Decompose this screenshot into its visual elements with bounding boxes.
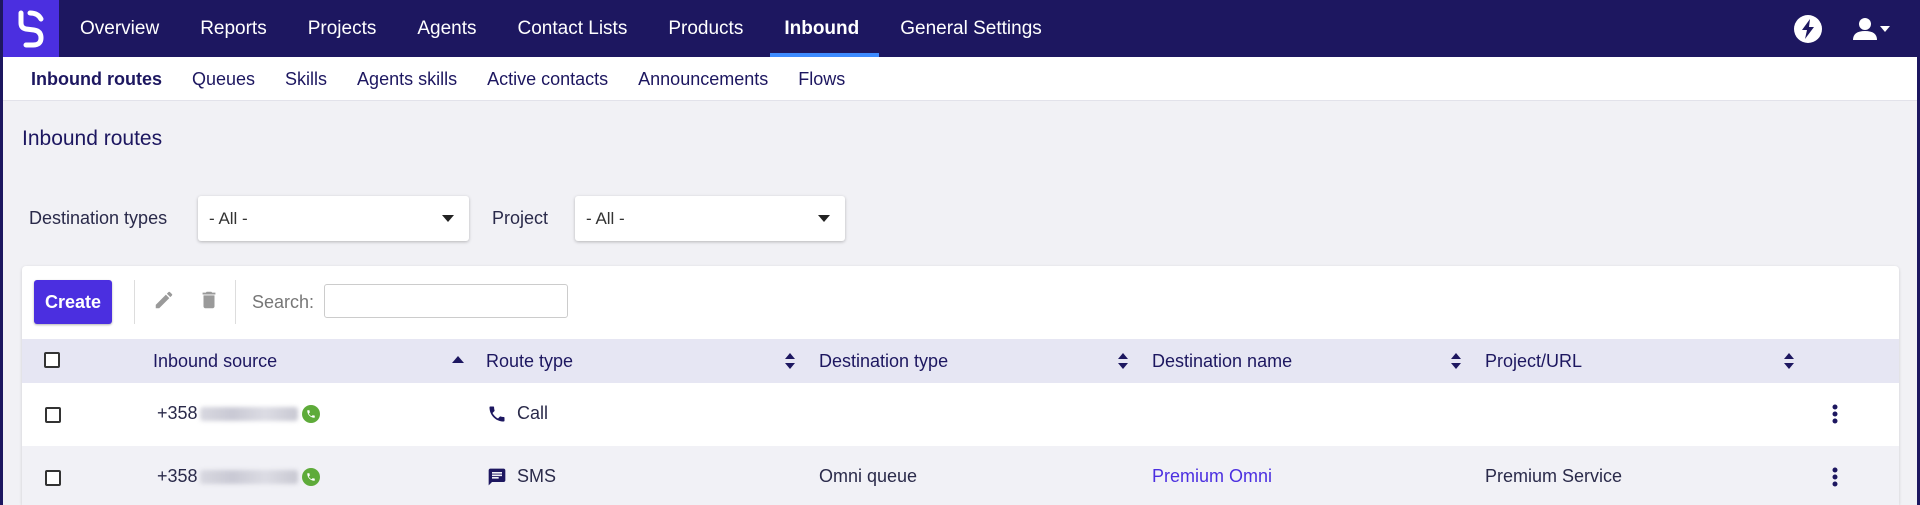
- create-button[interactable]: Create: [34, 280, 112, 324]
- destination-types-select[interactable]: - All -: [198, 196, 469, 241]
- header-destination-type[interactable]: Destination type: [819, 339, 948, 383]
- subnav-agents-skills[interactable]: Agents skills: [357, 69, 457, 90]
- app-logo[interactable]: [3, 0, 59, 57]
- subnav-skills[interactable]: Skills: [285, 69, 327, 90]
- top-navbar: Overview Reports Projects Agents Contact…: [0, 0, 1920, 57]
- table-header: Inbound source Route type Destination ty…: [22, 339, 1899, 383]
- header-route-type[interactable]: Route type: [486, 339, 573, 383]
- search-input[interactable]: [324, 284, 568, 318]
- table-toolbar: Create Search:: [22, 266, 1899, 339]
- inbound-source-cell: +358: [157, 403, 320, 424]
- nav-inbound[interactable]: Inbound: [770, 0, 880, 57]
- header-label: Route type: [486, 350, 574, 371]
- nav-overview[interactable]: Overview: [80, 0, 179, 57]
- nav-agents[interactable]: Agents: [417, 0, 496, 57]
- table-row[interactable]: +358 Call: [22, 383, 1899, 446]
- logo-icon: [18, 10, 44, 47]
- page-title: Inbound routes: [22, 127, 163, 150]
- edit-icon[interactable]: [153, 289, 175, 311]
- search-label: Search:: [252, 292, 315, 312]
- project-label: Project: [492, 208, 549, 228]
- header-label: Project/URL: [1485, 350, 1583, 371]
- header-inbound-source[interactable]: Inbound source: [153, 339, 277, 383]
- source-number: +358: [157, 466, 198, 486]
- route-type-text: Call: [517, 403, 549, 423]
- phone-icon: [489, 406, 505, 421]
- sort-icon[interactable]: [1118, 353, 1128, 369]
- sort-icon[interactable]: [1451, 353, 1461, 369]
- caret-down-icon: [442, 215, 454, 222]
- divider: [235, 280, 236, 324]
- destination-types-label: Destination types: [29, 208, 168, 228]
- phone-badge-icon: [301, 467, 320, 486]
- route-type-text: SMS: [517, 466, 557, 486]
- header-label: Inbound source: [153, 350, 278, 371]
- project-select[interactable]: - All -: [575, 196, 845, 241]
- source-number: +358: [157, 403, 198, 423]
- phone-badge-icon: [301, 404, 320, 423]
- header-destination-name[interactable]: Destination name: [1152, 339, 1292, 383]
- route-type-cell: SMS: [487, 466, 556, 487]
- bolt-icon[interactable]: [1794, 14, 1822, 43]
- redacted-number: [199, 406, 298, 421]
- sort-icon[interactable]: [785, 353, 795, 369]
- nav-general-settings[interactable]: General Settings: [900, 0, 1062, 57]
- table-row[interactable]: +358 SMS Omni queue Premium Omni Premium…: [22, 446, 1899, 505]
- project-cell: Premium Service: [1485, 466, 1623, 486]
- routes-table-panel: Create Search: Inbound source Route type…: [22, 266, 1899, 505]
- header-label: Destination type: [819, 350, 949, 371]
- inbound-source-cell: +358: [157, 466, 320, 487]
- nav-reports[interactable]: Reports: [200, 0, 287, 57]
- delete-icon[interactable]: [198, 289, 220, 311]
- subnav-inbound-routes[interactable]: Inbound routes: [31, 69, 162, 90]
- subnav-announcements[interactable]: Announcements: [638, 69, 768, 90]
- nav-products[interactable]: Products: [668, 0, 763, 57]
- more-vert-icon[interactable]: [1832, 404, 1838, 424]
- route-type-cell: Call: [487, 403, 548, 424]
- subnav: Inbound routes Queues Skills Agents skil…: [3, 57, 1917, 101]
- sms-icon: [488, 468, 506, 485]
- header-label: Destination name: [1152, 350, 1293, 371]
- nav-projects[interactable]: Projects: [308, 0, 397, 57]
- project-value: - All -: [586, 208, 625, 228]
- sort-asc-icon[interactable]: [452, 355, 464, 363]
- user-menu[interactable]: [1852, 17, 1890, 41]
- header-project-url[interactable]: Project/URL: [1485, 339, 1582, 383]
- subnav-queues[interactable]: Queues: [192, 69, 255, 90]
- nav-contact-lists[interactable]: Contact Lists: [518, 0, 648, 57]
- user-icon: [1853, 17, 1877, 40]
- chevron-down-icon: [1880, 25, 1890, 32]
- more-vert-icon[interactable]: [1832, 467, 1838, 487]
- caret-down-icon: [818, 215, 830, 222]
- row-checkbox[interactable]: [45, 470, 61, 486]
- main-content: Inbound routes Destination types - All -…: [3, 101, 1917, 505]
- sort-icon[interactable]: [1784, 353, 1794, 369]
- destination-type-cell: Omni queue: [819, 466, 918, 486]
- divider: [134, 280, 135, 324]
- destination-types-value: - All -: [209, 208, 248, 228]
- redacted-number: [199, 469, 298, 484]
- row-checkbox[interactable]: [45, 407, 61, 423]
- select-all-checkbox[interactable]: [44, 352, 60, 368]
- subnav-active-contacts[interactable]: Active contacts: [487, 69, 608, 90]
- subnav-flows[interactable]: Flows: [798, 69, 845, 90]
- destination-name-link[interactable]: Premium Omni: [1152, 466, 1272, 487]
